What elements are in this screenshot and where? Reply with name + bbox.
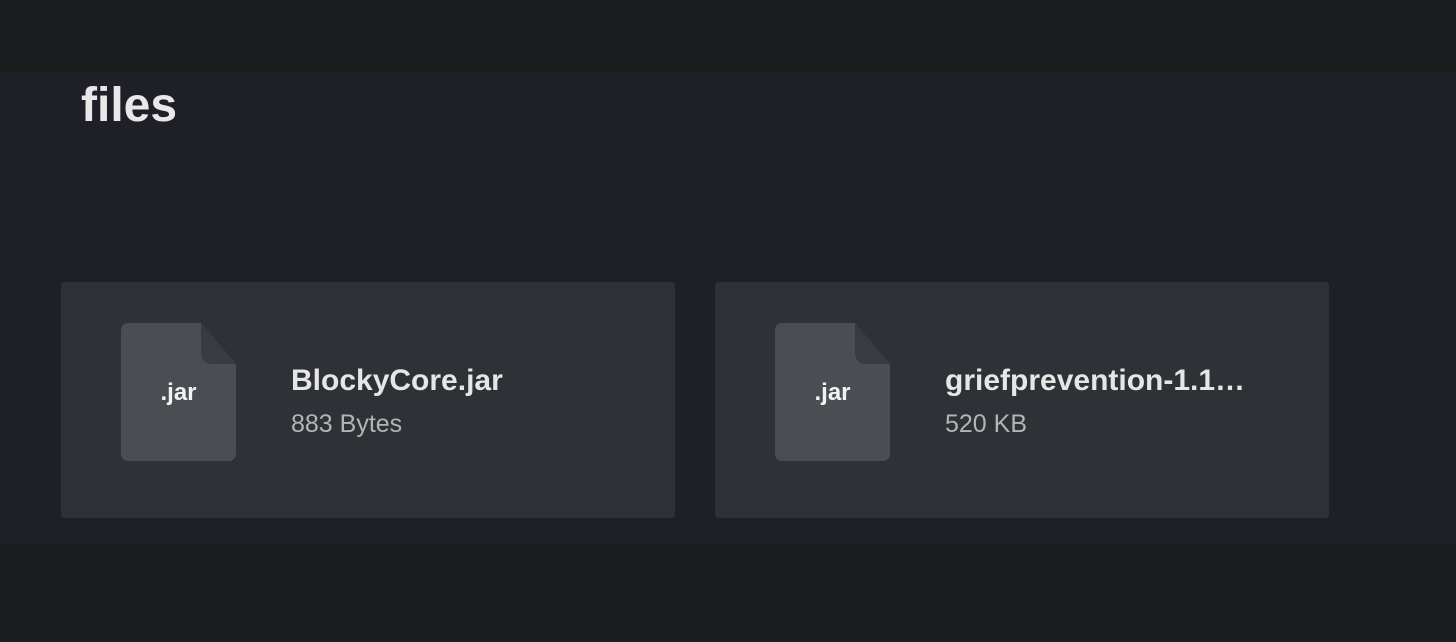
- file-card[interactable]: .jar griefprevention-1.1… 520 KB: [715, 282, 1329, 518]
- file-extension-label: .jar: [814, 379, 851, 406]
- file-icon: .jar: [775, 323, 890, 461]
- file-size: 883 Bytes: [291, 410, 403, 438]
- bottom-bar: [0, 544, 1456, 642]
- top-bar: [0, 0, 1456, 72]
- file-size: 520 KB: [945, 410, 1028, 438]
- page-title: files: [81, 79, 178, 132]
- file-card[interactable]: .jar BlockyCore.jar 883 Bytes: [61, 282, 675, 518]
- file-icon: .jar: [121, 323, 236, 461]
- file-extension-label: .jar: [160, 379, 197, 406]
- file-name: griefprevention-1.1…: [945, 364, 1246, 397]
- file-name: BlockyCore.jar: [291, 364, 503, 397]
